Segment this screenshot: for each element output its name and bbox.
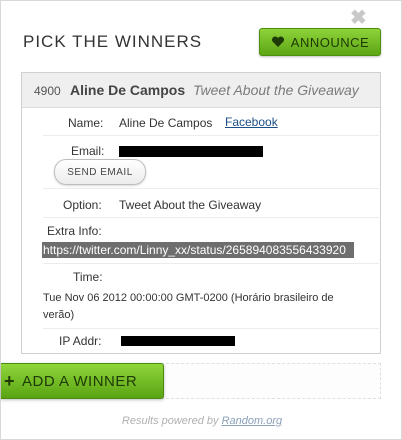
winner-name: Aline De Campos	[70, 82, 186, 98]
divider	[43, 135, 379, 136]
winner-card-header: 4900 Aline De Campos Tweet About the Giv…	[22, 73, 380, 108]
time-value: Tue Nov 06 2012 00:00:00 GMT-0200 (Horár…	[43, 292, 334, 321]
entry-number: 4900	[34, 84, 61, 98]
winners-panel: PICK THE WINNERS ANNOUNCE 4900 Aline De …	[0, 0, 402, 440]
announce-label: ANNOUNCE	[290, 34, 370, 50]
redacted-email	[119, 146, 263, 157]
divider	[43, 217, 379, 218]
footer-text: Results powered by	[121, 415, 222, 427]
time-label: Time:	[73, 270, 103, 284]
email-label: Email:	[71, 144, 105, 158]
extra-info-url[interactable]: https://twitter.com/Linny_xx/status/2658…	[42, 242, 354, 258]
name-value: Aline De Campos	[119, 116, 213, 130]
redacted-ip	[121, 336, 235, 346]
name-label: Name:	[68, 116, 104, 130]
divider	[43, 263, 379, 264]
send-email-button[interactable]: SEND EMAIL	[54, 159, 146, 185]
random-org-link[interactable]: Random.org	[222, 415, 283, 427]
plus-icon: +	[4, 370, 16, 391]
option-label: Option:	[63, 198, 102, 212]
ip-label: IP Addr:	[59, 334, 102, 348]
divider	[43, 328, 379, 329]
extra-info-label: Extra Info:	[47, 224, 102, 238]
footer: Results powered by Random.org	[1, 415, 402, 427]
close-icon[interactable]: ✖	[350, 8, 367, 28]
announce-button[interactable]: ANNOUNCE	[259, 28, 381, 56]
add-winner-button[interactable]: + ADD A WINNER	[1, 363, 164, 399]
add-winner-label: ADD A WINNER	[22, 372, 138, 390]
divider	[43, 188, 379, 189]
entry-method: Tweet About the Giveaway	[193, 82, 359, 98]
add-winner-dropzone	[161, 363, 381, 399]
page-title: PICK THE WINNERS	[23, 32, 203, 51]
option-value: Tweet About the Giveaway	[119, 198, 262, 212]
heart-icon	[271, 36, 284, 47]
facebook-link[interactable]: Facebook	[225, 115, 278, 129]
